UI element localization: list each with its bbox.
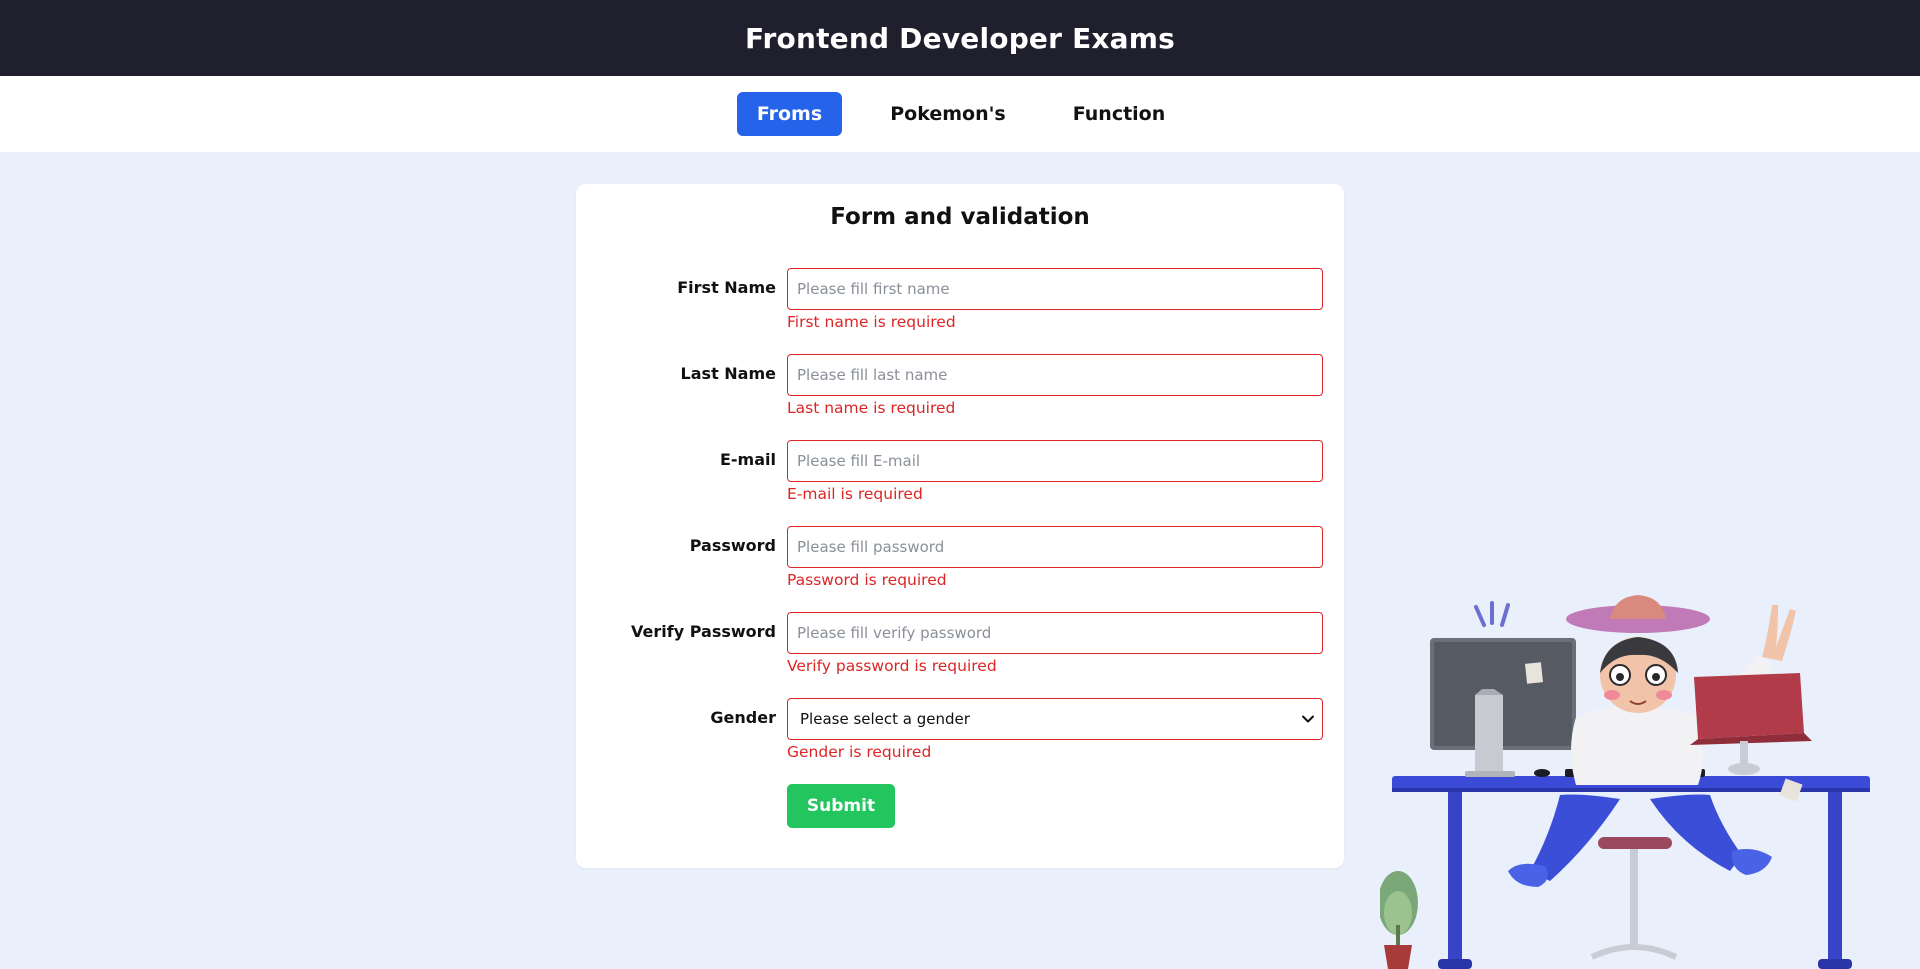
verify-password-input[interactable] bbox=[787, 612, 1323, 654]
gender-select[interactable]: Please select a gender bbox=[787, 698, 1323, 740]
password-error: Password is required bbox=[787, 571, 947, 589]
email-label: E-mail bbox=[719, 450, 776, 469]
first-name-input[interactable] bbox=[787, 268, 1323, 310]
verify-password-error: Verify password is required bbox=[787, 657, 997, 675]
page-title: Frontend Developer Exams bbox=[744, 21, 1176, 55]
email-input[interactable] bbox=[787, 440, 1323, 482]
top-header: Frontend Developer Exams bbox=[0, 0, 1920, 76]
first-name-error: First name is required bbox=[787, 313, 956, 331]
last-name-error: Last name is required bbox=[787, 399, 956, 417]
tab-pokemons[interactable]: Pokemon's bbox=[886, 92, 1010, 136]
gender-label: Gender bbox=[710, 708, 776, 727]
submit-button[interactable]: Submit bbox=[787, 784, 895, 828]
verify-password-label: Verify Password bbox=[631, 622, 776, 641]
developer-at-desk-illustration bbox=[1380, 595, 1870, 969]
password-label: Password bbox=[689, 536, 776, 555]
nav-bar: Froms Pokemon's Function bbox=[0, 76, 1920, 152]
password-input[interactable] bbox=[787, 526, 1323, 568]
tab-forms[interactable]: Froms bbox=[737, 92, 842, 136]
gender-select-value: Please select a gender bbox=[800, 710, 970, 728]
tab-function[interactable]: Function bbox=[1068, 92, 1170, 136]
gender-error: Gender is required bbox=[787, 743, 932, 761]
form-card: Form and validation First Name First nam… bbox=[576, 184, 1344, 868]
first-name-label: First Name bbox=[677, 278, 776, 297]
last-name-input[interactable] bbox=[787, 354, 1323, 396]
email-error: E-mail is required bbox=[787, 485, 923, 503]
last-name-label: Last Name bbox=[680, 364, 776, 383]
plant-illustration bbox=[1380, 871, 1418, 969]
form-title: Form and validation bbox=[830, 204, 1090, 230]
